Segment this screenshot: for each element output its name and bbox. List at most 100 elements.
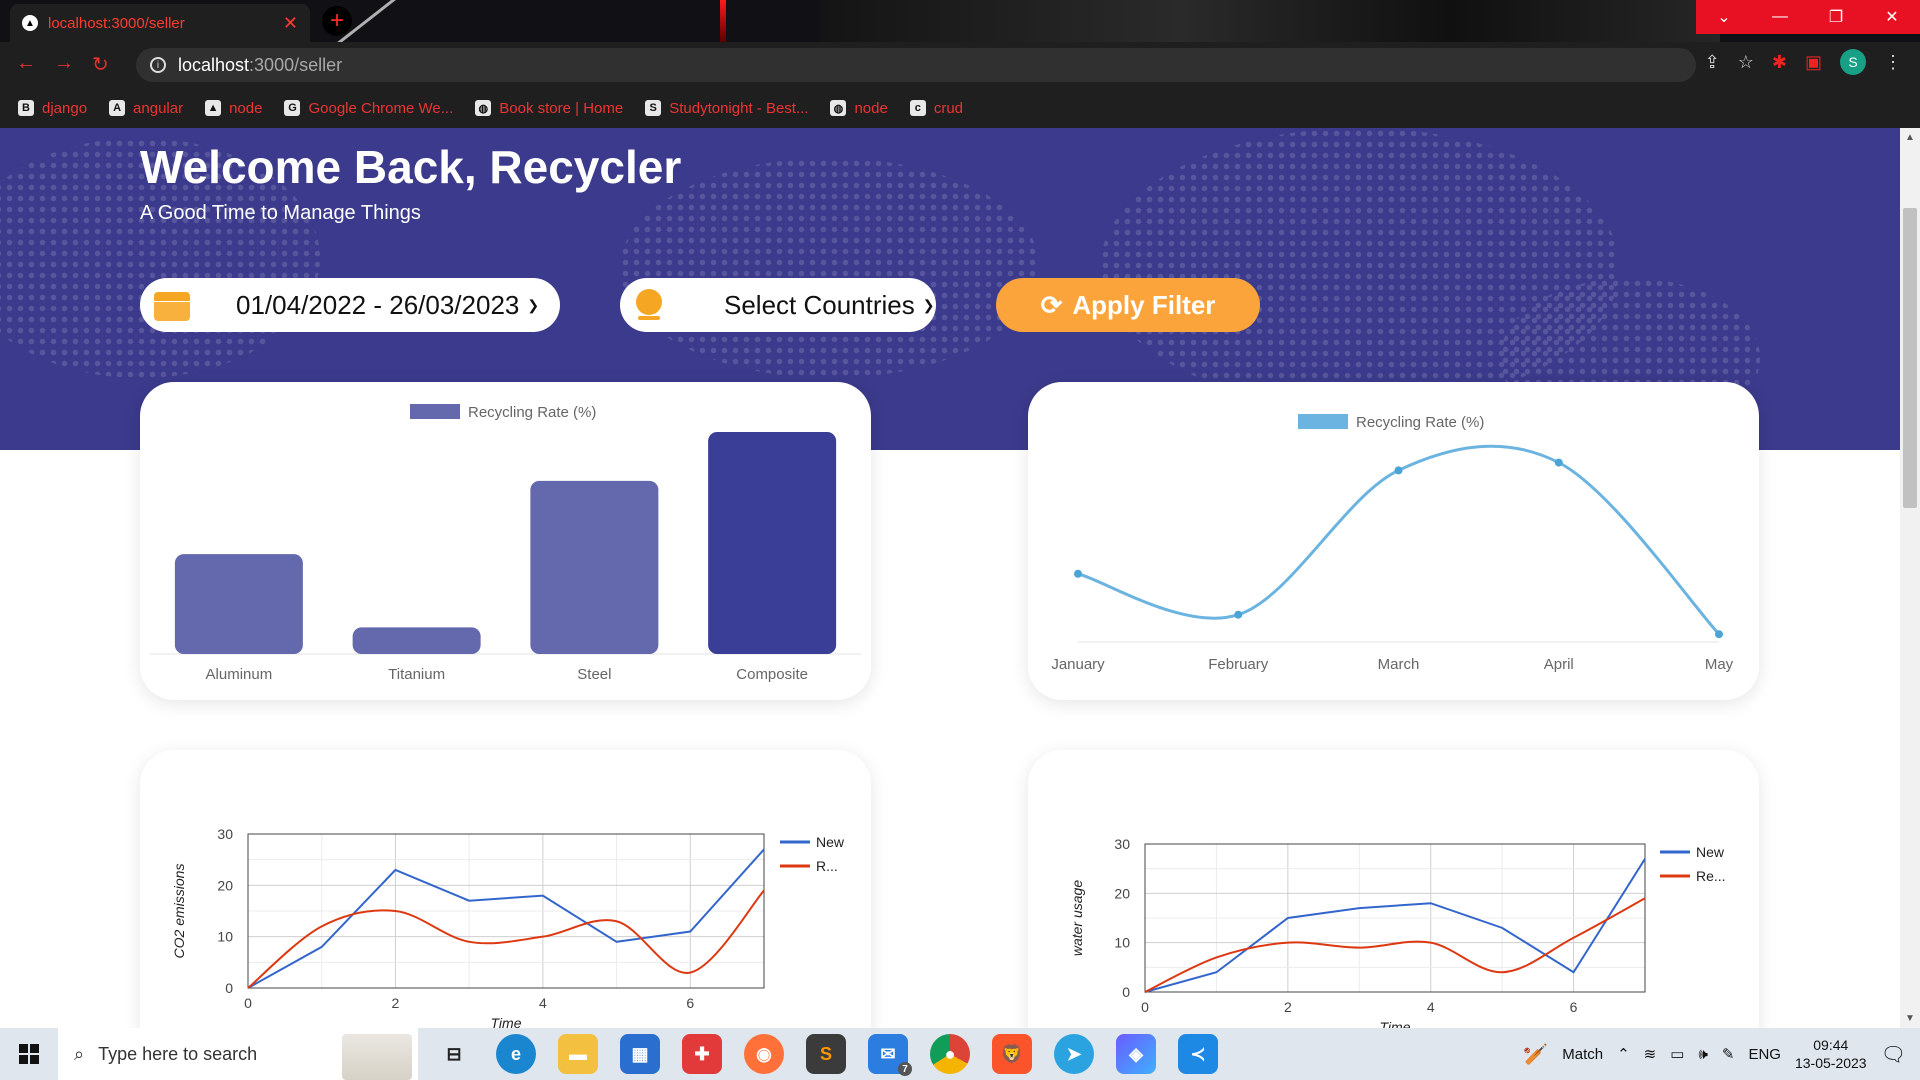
x-axis-title: Time	[1380, 1019, 1411, 1028]
gift-icon[interactable]: ✚	[682, 1034, 722, 1074]
globe-icon: ◍	[475, 100, 492, 116]
minimize-button[interactable]: —	[1752, 0, 1808, 34]
bookmark-item[interactable]: ◍ Book store | Home	[475, 100, 623, 117]
wifi-icon[interactable]: ≋	[1644, 1045, 1657, 1063]
reload-icon[interactable]: ↻	[92, 52, 109, 77]
bookmark-item[interactable]: Aangular	[109, 100, 183, 117]
legend-label: Recycling Rate (%)	[468, 404, 596, 421]
scroll-down-icon[interactable]: ▼	[1905, 1013, 1915, 1024]
url-path: :3000/seller	[249, 54, 343, 75]
x-tick-label: 6	[1570, 999, 1578, 1015]
browser-tab-strip: ▲ localhost:3000/seller ✕ + ⌄ — ❐ ✕	[0, 0, 1920, 42]
search-highlight-image	[342, 1034, 412, 1080]
country-select[interactable]: Select Countries ❯	[620, 278, 936, 332]
bookmark-item[interactable]: S Studytonight - Best...	[645, 100, 808, 117]
world-map-dots	[620, 158, 1040, 378]
bookmark-item[interactable]: Bdjango	[18, 100, 87, 117]
url-input[interactable]: i localhost:3000/seller	[136, 48, 1696, 82]
close-window-button[interactable]: ✕	[1864, 0, 1920, 34]
toolbar-actions: ⇪ ☆ ✱ ▣ S ⋮	[1705, 49, 1902, 75]
legend-swatch	[410, 404, 460, 419]
sublime-icon[interactable]: S	[806, 1034, 846, 1074]
telegram-icon[interactable]: ➤	[1054, 1034, 1094, 1074]
scrollbar-thumb[interactable]	[1903, 208, 1917, 508]
y-tick-label: 30	[217, 826, 233, 842]
copilot-icon[interactable]: ◈	[1116, 1034, 1156, 1074]
x-tick-label: 2	[1284, 999, 1292, 1015]
forward-arrow-icon[interactable]: →	[54, 52, 74, 75]
pen-icon[interactable]: ✎	[1722, 1045, 1735, 1063]
site-info-icon[interactable]: i	[150, 57, 166, 73]
series-line	[1077, 444, 1721, 636]
close-tab-icon[interactable]: ✕	[283, 13, 298, 34]
clock[interactable]: 09:44 13-05-2023	[1795, 1036, 1867, 1072]
mail-icon[interactable]: ✉ 7	[868, 1034, 912, 1076]
file-explorer-icon[interactable]: ▬	[558, 1034, 598, 1074]
x-tick-label: 6	[686, 995, 694, 1011]
bookmark-star-icon[interactable]: ☆	[1738, 52, 1754, 73]
store-icon[interactable]: ▦	[620, 1034, 660, 1074]
monthly-chart-card: Recycling Rate (%) January February March Ap…	[1028, 382, 1759, 700]
edge-icon[interactable]: e	[496, 1034, 536, 1074]
profile-avatar[interactable]: S	[1840, 49, 1866, 75]
legend-label: Re...	[1696, 868, 1726, 884]
brave-icon[interactable]: 🦁	[992, 1034, 1032, 1074]
x-tick-label: Aluminum	[206, 666, 273, 683]
y-axis-title: CO2 emissions	[171, 864, 187, 959]
weather-label[interactable]: Match	[1562, 1046, 1603, 1063]
taskbar-search-input[interactable]: ⌕ Type here to search	[58, 1028, 418, 1080]
language-indicator[interactable]: ENG	[1748, 1046, 1781, 1063]
page-scrollbar[interactable]: ▲ ▼	[1900, 128, 1920, 1028]
x-tick-label: May	[1705, 656, 1734, 673]
chrome-icon[interactable]: ●	[930, 1034, 970, 1074]
battery-icon[interactable]: ▭	[1670, 1045, 1684, 1063]
materials-chart-card: Recycling Rate (%) Aluminum Titanium Steel C…	[140, 382, 871, 700]
y-tick-label: 20	[1114, 885, 1130, 901]
speaker-icon[interactable]: 🕪	[1698, 1046, 1707, 1063]
legend-swatch	[1298, 414, 1348, 429]
x-tick-label: 4	[1427, 999, 1435, 1015]
y-tick-label: 0	[225, 980, 233, 996]
apply-filter-button[interactable]: ⟳ Apply Filter	[996, 278, 1260, 332]
wallpaper-backdrop	[820, 0, 1720, 42]
side-panel-icon[interactable]: ▣	[1805, 52, 1822, 73]
y-tick-label: 10	[217, 929, 233, 945]
calendar-icon	[154, 289, 190, 321]
tab-search-icon[interactable]: ⌄	[1696, 0, 1752, 34]
task-view-icon[interactable]: ⊟	[434, 1034, 474, 1074]
restore-button[interactable]: ❐	[1808, 0, 1864, 34]
back-arrow-icon[interactable]: ←	[16, 52, 36, 75]
chevron-up-icon[interactable]: ⌃	[1617, 1045, 1630, 1063]
extension-icon[interactable]: ✱	[1772, 52, 1787, 73]
new-tab-button[interactable]: +	[322, 6, 352, 36]
crud-icon: c	[909, 100, 926, 116]
search-placeholder: Type here to search	[98, 1043, 258, 1064]
apply-filter-label: Apply Filter	[1072, 289, 1216, 320]
data-point	[1394, 466, 1403, 475]
vscode-icon[interactable]: ≺	[1178, 1034, 1218, 1074]
notification-icon[interactable]: 🗨	[1881, 1042, 1906, 1067]
wallpaper-red-light	[720, 0, 726, 42]
windows-logo-icon	[19, 1044, 39, 1064]
share-icon[interactable]: ⇪	[1705, 52, 1720, 73]
x-tick-label: Composite	[736, 666, 808, 683]
firefox-icon[interactable]: ◉	[744, 1034, 784, 1074]
bookmark-item[interactable]: ▲ node	[205, 100, 262, 117]
tab-title: localhost:3000/seller	[48, 14, 185, 32]
bookmark-item[interactable]: c crud	[909, 100, 963, 117]
browser-tab-active[interactable]: ▲ localhost:3000/seller ✕	[10, 4, 310, 42]
start-button[interactable]	[0, 1028, 58, 1080]
bookmark-label: Book store | Home	[499, 99, 624, 117]
refresh-icon: ⟳	[1040, 289, 1063, 320]
bookmark-item[interactable]: G Google Chrome We...	[284, 100, 453, 117]
date-range-picker[interactable]: 01/04/2022 - 26/03/2023 ❯	[140, 278, 560, 332]
series-line	[247, 848, 765, 989]
bookmark-label: django	[42, 99, 88, 117]
page-title: Welcome Back, Recycler	[140, 141, 682, 193]
bookmark-item[interactable]: ◍ node	[830, 100, 888, 117]
browser-menu-icon[interactable]: ⋮	[1884, 52, 1902, 73]
scroll-up-icon[interactable]: ▲	[1905, 132, 1915, 143]
y-tick-label: 10	[1114, 935, 1130, 951]
url-text: localhost:3000/seller	[178, 55, 342, 76]
x-tick-label: 0	[244, 995, 252, 1011]
